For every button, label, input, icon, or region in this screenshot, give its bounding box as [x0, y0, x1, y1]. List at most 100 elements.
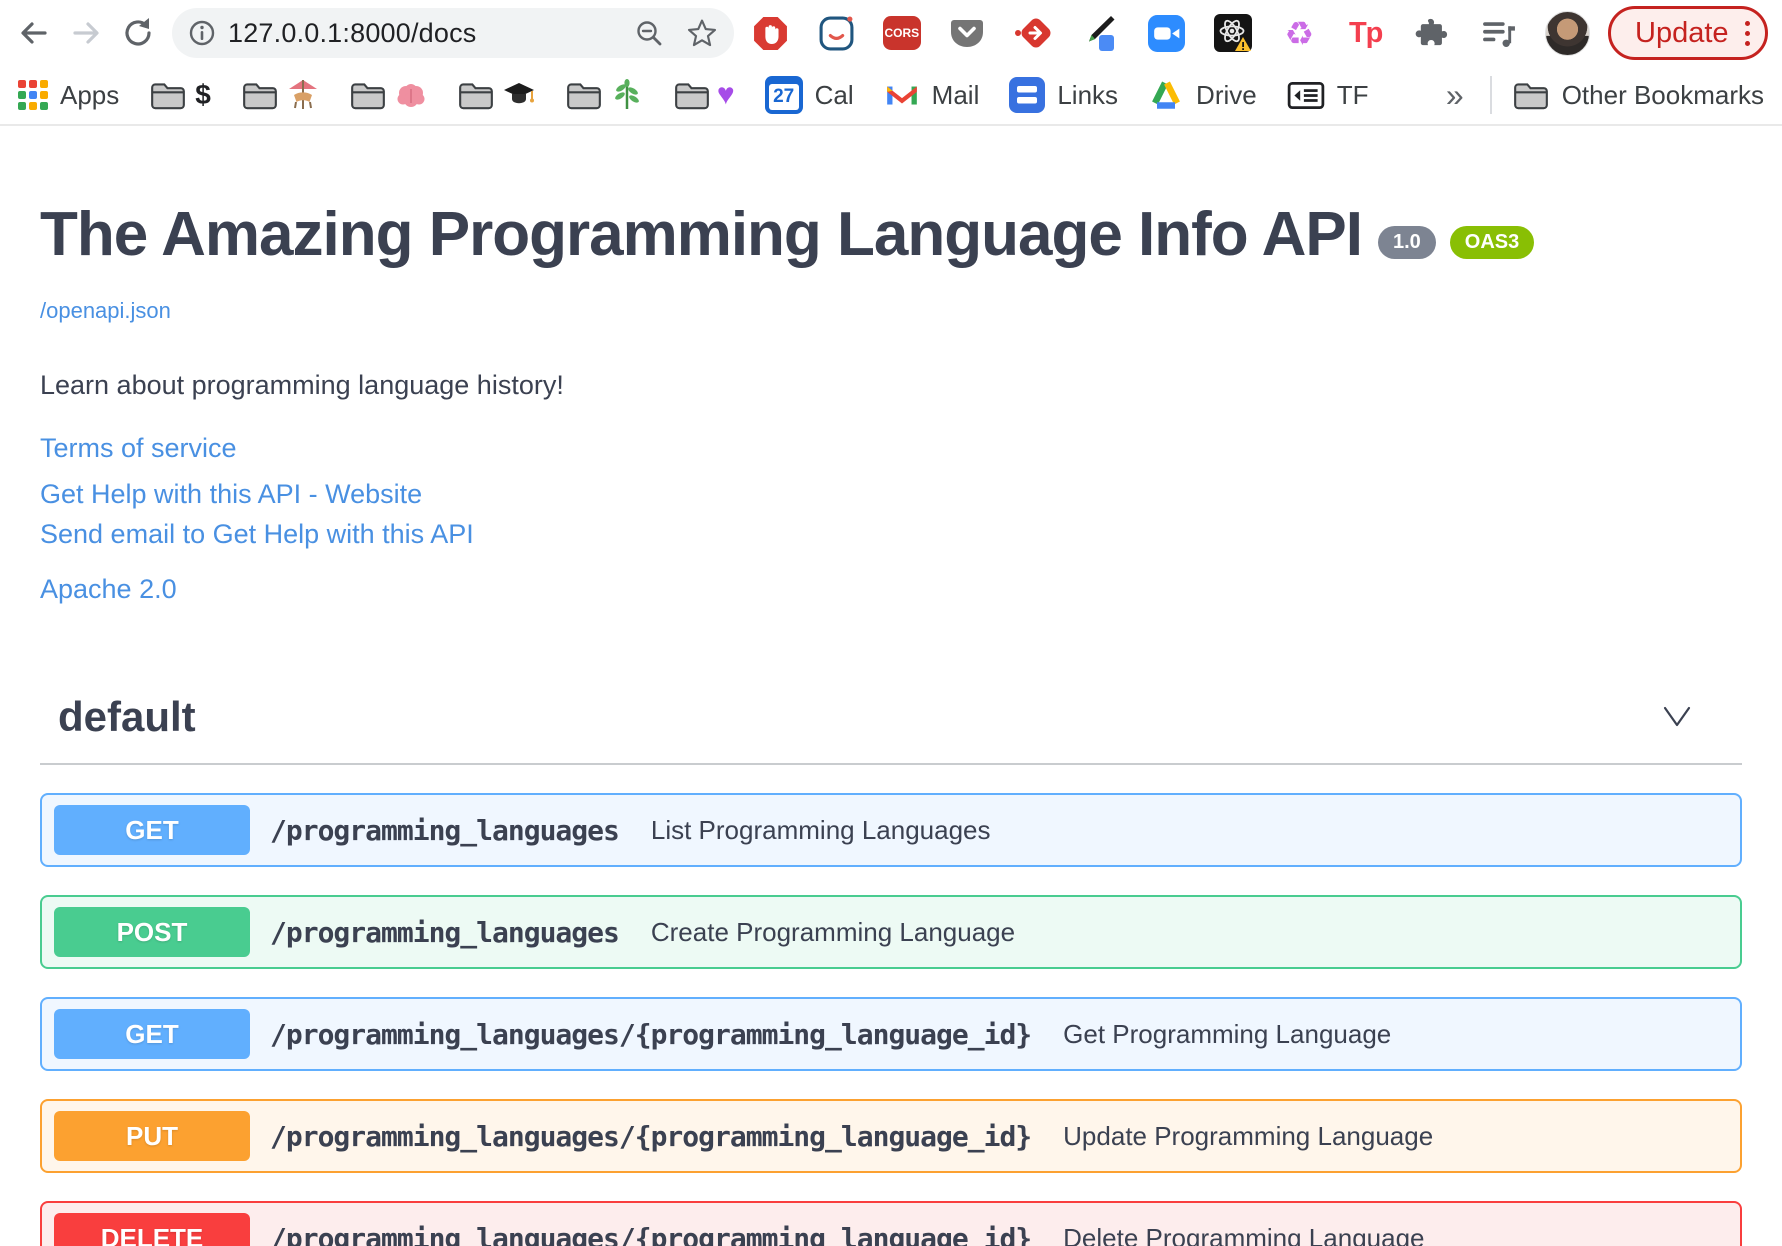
bookmark-label: Cal — [814, 79, 854, 110]
google-calendar-icon: 27 — [764, 76, 803, 114]
url-text[interactable]: 127.0.0.1:8000/docs — [228, 18, 634, 49]
extensions-puzzle-icon[interactable] — [1412, 13, 1452, 53]
adblock-extension-icon[interactable] — [750, 13, 790, 53]
endpoint-row-create-language[interactable]: POST /programming_languages Create Progr… — [40, 895, 1742, 969]
herb-icon — [614, 79, 639, 109]
license-link[interactable]: Apache 2.0 — [40, 574, 177, 605]
folder-icon — [674, 83, 709, 110]
section-title: default — [58, 693, 196, 740]
endpoint-path: /programming_languages/{programming_lang… — [270, 1221, 1032, 1246]
pocket-extension-icon[interactable] — [947, 13, 987, 53]
method-badge[interactable]: PUT — [54, 1111, 250, 1161]
endpoint-summary: Create Programming Language — [650, 916, 1016, 947]
bookmark-links[interactable]: Links — [1009, 77, 1118, 113]
playlist-extension-icon[interactable] — [1478, 13, 1518, 53]
cors-extension-icon[interactable]: CORS — [882, 16, 921, 50]
bookmark-drive[interactable]: Drive — [1148, 78, 1257, 112]
bookmark-star-icon[interactable] — [686, 17, 718, 49]
endpoint-path: /programming_languages — [270, 813, 620, 847]
purple-heart-icon: ♥ — [716, 78, 735, 111]
contact-email-link[interactable]: Send email to Get Help with this API — [40, 514, 1742, 554]
bookmarks-overflow-chevron[interactable]: » — [1446, 77, 1464, 114]
bookmark-calendar[interactable]: 27 Cal — [764, 76, 854, 114]
react-devtools-extension-icon[interactable] — [1213, 13, 1253, 53]
chevron-down-icon[interactable] — [1660, 704, 1694, 730]
bookmark-gmail[interactable]: Mail — [884, 79, 980, 111]
bookmark-folder-graduation[interactable] — [457, 79, 535, 111]
bookmark-apps[interactable]: Apps — [18, 80, 119, 111]
recycle-extension-icon[interactable]: ♻ — [1279, 13, 1319, 53]
endpoint-row-list-languages[interactable]: GET /programming_languages List Programm… — [40, 793, 1742, 867]
bookmark-folder-dollar[interactable]: $ — [149, 79, 211, 111]
bookmark-label: Mail — [931, 79, 980, 110]
endpoint-row-get-language[interactable]: GET /programming_languages/{programming_… — [40, 997, 1742, 1071]
endpoint-summary: Delete Programming Language — [1063, 1222, 1425, 1246]
endpoint-path: /programming_languages — [270, 915, 620, 949]
folder-icon — [1513, 83, 1548, 110]
bookmarks-bar: Apps $ ♥ 27 Cal Mail Links Drive TF » Ot… — [0, 66, 1782, 126]
method-badge[interactable]: GET — [54, 1009, 250, 1059]
section-header[interactable]: default — [40, 693, 1742, 765]
zoom-level-icon[interactable] — [634, 18, 664, 48]
forward-button[interactable] — [60, 7, 112, 59]
swagger-docs-page: The Amazing Programming Language Info AP… — [0, 202, 1782, 1246]
folder-icon — [151, 83, 186, 110]
reload-icon — [125, 18, 151, 46]
update-label: Update — [1635, 16, 1729, 49]
bookmark-folder-herb[interactable] — [565, 79, 643, 111]
endpoint-path: /programming_languages/{programming_lang… — [270, 1119, 1032, 1153]
back-arrow-icon — [21, 22, 47, 44]
eyedropper-extension-icon[interactable] — [1080, 13, 1120, 53]
links-icon — [1009, 77, 1046, 113]
other-bookmarks-label: Other Bookmarks — [1561, 79, 1764, 110]
bookmark-folder-brain[interactable] — [349, 79, 427, 111]
api-description: Learn about programming language history… — [40, 370, 564, 400]
api-header: The Amazing Programming Language Info AP… — [40, 202, 1742, 268]
address-bar[interactable]: 127.0.0.1:8000/docs — [172, 8, 734, 58]
chrome-update-button[interactable]: Update — [1608, 6, 1768, 60]
bookmark-tf[interactable]: TF — [1287, 79, 1369, 111]
bookmarks-divider — [1489, 76, 1492, 114]
zoom-camera-extension-icon[interactable] — [1146, 13, 1186, 53]
chat-smile-extension-icon[interactable] — [816, 13, 856, 53]
red-diamond-extension-icon[interactable] — [1014, 13, 1054, 53]
toggl-extension-icon[interactable]: Tp — [1346, 13, 1386, 53]
extensions-strip: CORS ♻ Tp — [744, 10, 1596, 56]
method-badge[interactable]: DELETE — [54, 1213, 250, 1246]
bookmark-folder-carousel[interactable] — [241, 79, 319, 111]
gmail-icon — [886, 86, 917, 105]
graduation-cap-icon — [503, 83, 534, 104]
bookmark-label: Links — [1057, 79, 1119, 110]
openapi-spec-link[interactable]: /openapi.json — [40, 298, 171, 324]
endpoint-summary: Get Programming Language — [1063, 1018, 1392, 1049]
contact-website-link[interactable]: Get Help with this API - Website — [40, 474, 1742, 514]
page-info-icon[interactable] — [188, 19, 216, 47]
brain-icon — [397, 84, 425, 107]
method-badge[interactable]: GET — [54, 805, 250, 855]
back-button[interactable] — [8, 7, 60, 59]
endpoint-summary: List Programming Languages — [650, 814, 991, 845]
folder-icon — [458, 83, 493, 110]
dollar-icon: $ — [195, 79, 211, 110]
version-badge: 1.0 — [1377, 226, 1436, 259]
tf-announcement-icon — [1287, 82, 1324, 110]
oas3-badge: OAS3 — [1449, 226, 1535, 259]
reload-button[interactable] — [112, 7, 164, 59]
bookmark-label: Drive — [1196, 79, 1257, 110]
profile-avatar[interactable] — [1544, 10, 1590, 56]
other-bookmarks[interactable]: Other Bookmarks — [1512, 79, 1764, 111]
method-badge[interactable]: POST — [54, 907, 250, 957]
apps-grid-icon — [18, 80, 48, 110]
endpoint-summary: Update Programming Language — [1063, 1120, 1434, 1151]
terms-of-service-link[interactable]: Terms of service — [40, 433, 237, 464]
bookmark-label: TF — [1336, 79, 1369, 110]
endpoint-path: /programming_languages/{programming_lang… — [270, 1017, 1032, 1051]
bookmark-label: Apps — [60, 79, 120, 110]
endpoint-row-delete-language[interactable]: DELETE /programming_languages/{programmi… — [40, 1201, 1742, 1246]
folder-icon — [242, 83, 277, 110]
folder-icon — [350, 83, 385, 110]
contact-links: Get Help with this API - Website Send em… — [40, 474, 1742, 554]
bookmark-folder-heart[interactable]: ♥ — [673, 79, 735, 111]
endpoint-row-update-language[interactable]: PUT /programming_languages/{programming_… — [40, 1099, 1742, 1173]
chrome-menu-kebab-icon[interactable] — [1744, 20, 1750, 46]
